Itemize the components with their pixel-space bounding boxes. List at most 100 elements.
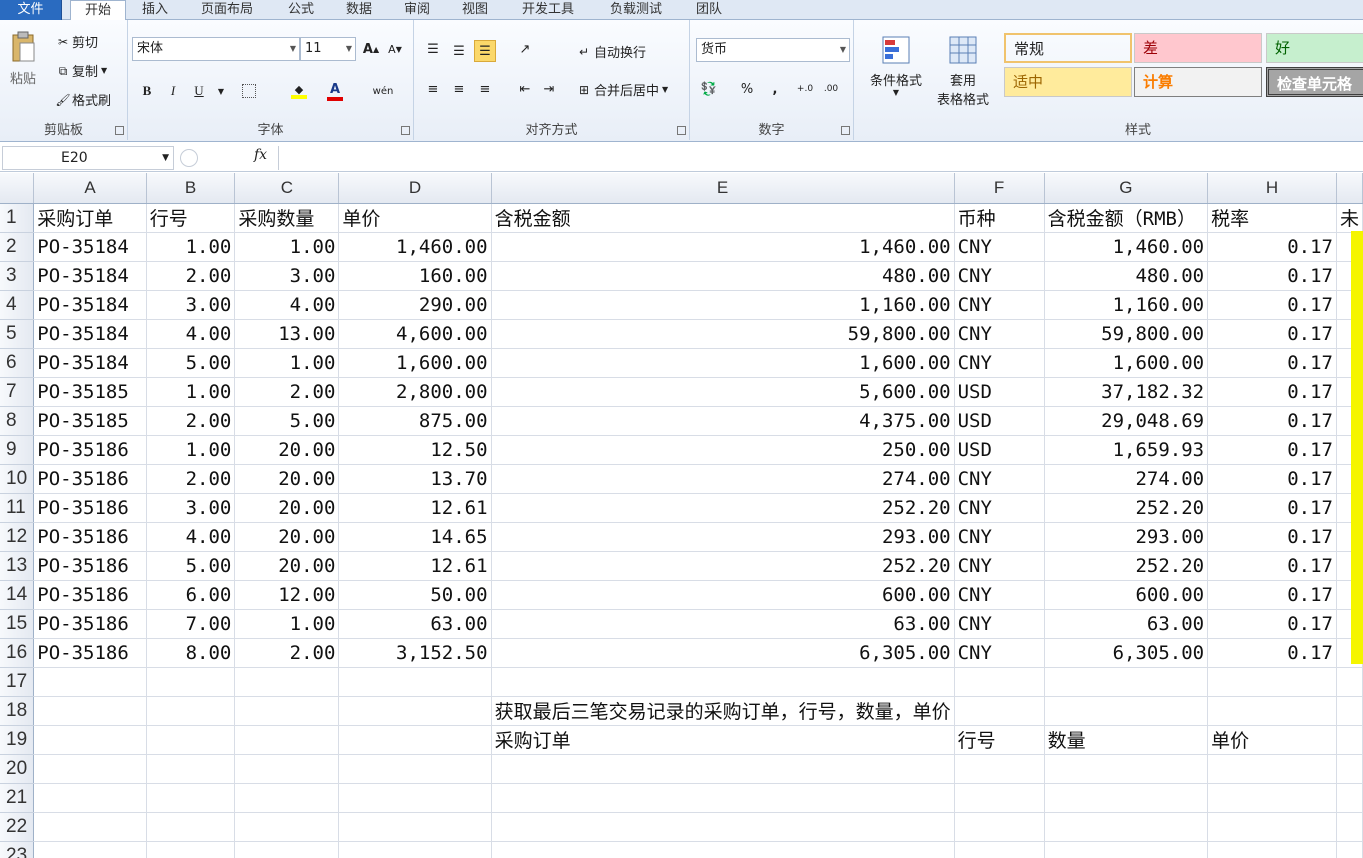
cell[interactable] (491, 754, 955, 784)
cell[interactable] (234, 667, 340, 697)
row-header[interactable]: 19 (0, 725, 35, 755)
cell[interactable] (1207, 783, 1337, 813)
cut-button[interactable]: ✂ 剪切 (54, 32, 98, 52)
cell[interactable]: PO-35186 (33, 493, 147, 523)
tab-view[interactable]: 视图 (450, 0, 500, 20)
formula-input[interactable] (278, 146, 1361, 170)
dialog-launcher-icon[interactable] (841, 126, 850, 135)
row-header[interactable]: 5 (0, 319, 35, 349)
cell[interactable]: 0.17 (1207, 232, 1337, 262)
header-cell[interactable]: 采购订单 (33, 203, 147, 233)
number-format-select[interactable]: 货币 ▼ (696, 38, 850, 62)
row-header[interactable]: 1 (0, 203, 35, 233)
cell[interactable]: 7.00 (146, 609, 236, 639)
row-header[interactable]: 23 (0, 841, 35, 858)
cell[interactable]: 0.17 (1207, 377, 1337, 407)
cell[interactable]: CNY (954, 290, 1045, 320)
style-calculation[interactable]: 计算 (1134, 67, 1262, 97)
cell[interactable]: 480.00 (1044, 261, 1209, 291)
comma-button[interactable]: , (764, 78, 786, 100)
tab-data[interactable]: 数据 (334, 0, 384, 20)
cell[interactable] (234, 783, 340, 813)
cell[interactable]: 1,600.00 (491, 348, 955, 378)
align-left-button[interactable]: ≡ (422, 78, 444, 100)
cell[interactable]: 0.17 (1207, 435, 1337, 465)
cell[interactable]: CNY (954, 609, 1045, 639)
cell[interactable]: 0.17 (1207, 638, 1337, 668)
cell[interactable] (954, 812, 1045, 842)
conditional-format-button[interactable]: 条件格式 ▼ (860, 34, 932, 97)
row-header[interactable]: 20 (0, 754, 35, 784)
cell[interactable] (33, 667, 147, 697)
tab-formulas[interactable]: 公式 (276, 0, 326, 20)
cell[interactable]: 12.00 (234, 580, 340, 610)
cell[interactable]: 2.00 (234, 377, 340, 407)
cell[interactable]: PO-35186 (33, 638, 147, 668)
cell[interactable] (338, 754, 492, 784)
cell[interactable] (338, 812, 492, 842)
cell[interactable]: USD (954, 377, 1045, 407)
row-header[interactable]: 2 (0, 232, 35, 262)
cell[interactable]: PO-35184 (33, 348, 147, 378)
cell[interactable]: USD (954, 435, 1045, 465)
cell[interactable]: 1.00 (234, 232, 340, 262)
shrink-font-button[interactable]: A ▼ (384, 38, 406, 60)
cell[interactable]: 1.00 (234, 609, 340, 639)
cell[interactable] (338, 696, 492, 726)
cell[interactable]: CNY (954, 551, 1045, 581)
cell[interactable]: 252.20 (491, 493, 955, 523)
cell[interactable]: 1,460.00 (491, 232, 955, 262)
cell[interactable] (1336, 812, 1363, 842)
dialog-launcher-icon[interactable] (401, 126, 410, 135)
cell[interactable]: 2.00 (146, 406, 236, 436)
underline-button[interactable]: U (188, 80, 210, 102)
cell[interactable] (954, 667, 1045, 697)
cell[interactable]: PO-35186 (33, 580, 147, 610)
tab-developer[interactable]: 开发工具 (508, 0, 588, 20)
cell[interactable]: 274.00 (491, 464, 955, 494)
header-cell[interactable]: 行号 (146, 203, 236, 233)
cell[interactable]: 1,600.00 (338, 348, 492, 378)
cell[interactable] (33, 812, 147, 842)
header-cell[interactable]: 含税金额（RMB） (1044, 203, 1209, 233)
tab-team[interactable]: 团队 (684, 0, 734, 20)
cell[interactable]: PO-35184 (33, 290, 147, 320)
cell[interactable]: PO-35186 (33, 609, 147, 639)
cell[interactable] (1336, 696, 1363, 726)
cell[interactable]: 8.00 (146, 638, 236, 668)
cell[interactable]: PO-35186 (33, 551, 147, 581)
lookup-header-cell[interactable]: 行号 (954, 725, 1045, 755)
cell[interactable]: PO-35184 (33, 319, 147, 349)
column-header[interactable] (1336, 173, 1363, 204)
cell[interactable]: 13.00 (234, 319, 340, 349)
cell[interactable]: 5.00 (146, 551, 236, 581)
column-header[interactable]: G (1044, 173, 1209, 204)
cell[interactable]: 20.00 (234, 435, 340, 465)
cell[interactable]: 0.17 (1207, 290, 1337, 320)
cell[interactable]: 12.50 (338, 435, 492, 465)
cell[interactable]: 0.17 (1207, 261, 1337, 291)
cell[interactable]: 1,160.00 (1044, 290, 1209, 320)
cell[interactable] (954, 783, 1045, 813)
cell[interactable]: 4.00 (146, 319, 236, 349)
wrap-text-button[interactable]: ↵ 自动换行 (574, 42, 646, 62)
cell[interactable]: 293.00 (1044, 522, 1209, 552)
decrease-decimal-button[interactable]: .00 (820, 78, 842, 100)
fill-color-button[interactable]: ◆ (288, 80, 310, 102)
header-cell[interactable]: 税率 (1207, 203, 1337, 233)
tab-load-test[interactable]: 负载测试 (596, 0, 676, 20)
cell[interactable] (234, 725, 340, 755)
align-right-button[interactable]: ≡ (474, 78, 496, 100)
cell[interactable]: 4,375.00 (491, 406, 955, 436)
cell[interactable]: PO-35184 (33, 232, 147, 262)
cell[interactable]: 59,800.00 (1044, 319, 1209, 349)
cell[interactable]: 2.00 (234, 638, 340, 668)
cell[interactable] (1044, 812, 1209, 842)
style-neutral[interactable]: 适中 (1004, 67, 1132, 97)
row-header[interactable]: 7 (0, 377, 35, 407)
cell[interactable]: 0.17 (1207, 609, 1337, 639)
cell[interactable] (33, 754, 147, 784)
bold-button[interactable]: B (136, 80, 158, 102)
row-header[interactable]: 21 (0, 783, 35, 813)
align-middle-button[interactable]: ☰ (448, 40, 470, 62)
